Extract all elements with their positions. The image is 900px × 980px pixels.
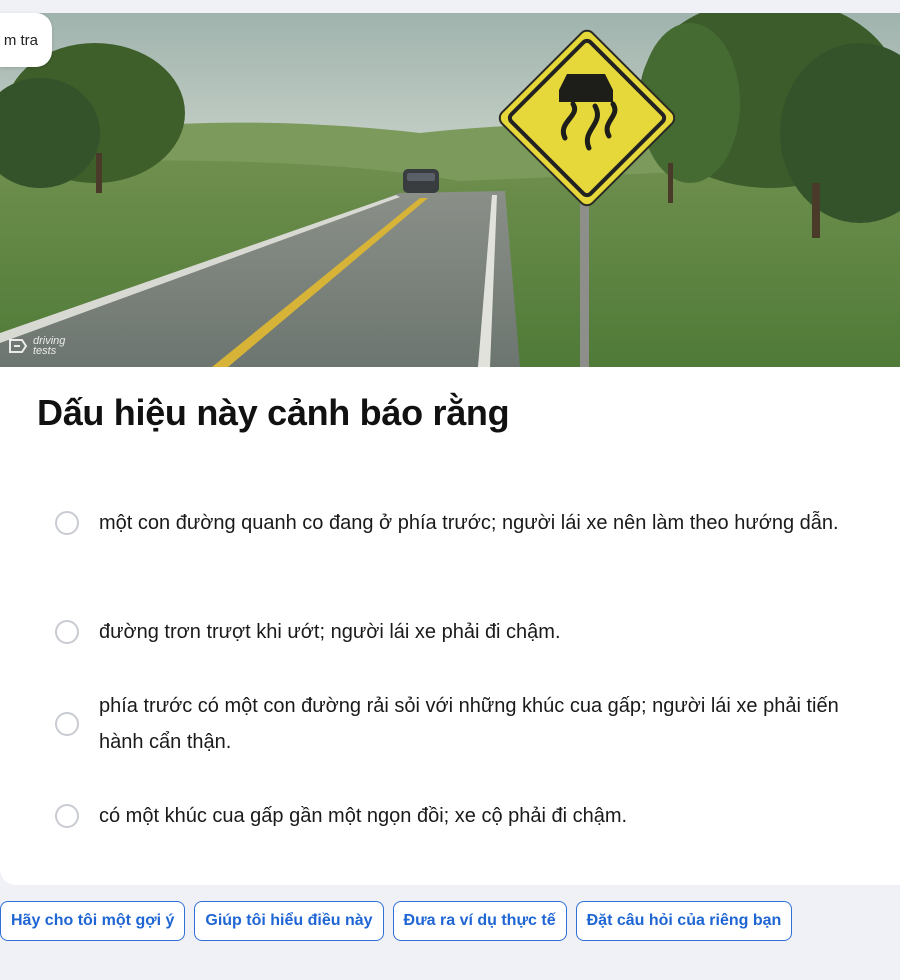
answer-option-3[interactable]: phía trước có một con đường rải sỏi với … — [55, 688, 845, 760]
ask-question-button[interactable]: Đặt câu hỏi của riêng bạn — [575, 901, 793, 941]
quiz-badge[interactable]: m tra — [0, 13, 52, 67]
answer-option-text: một con đường quanh co đang ở phía trước… — [99, 512, 839, 534]
question-image: driving tests — [0, 13, 900, 367]
driving-tests-logo-icon — [9, 339, 28, 353]
radio-button[interactable] — [55, 511, 79, 535]
question-title: Dấu hiệu này cảnh báo rằng — [37, 392, 510, 433]
answer-option-text: đường trơn trượt khi ướt; người lái xe p… — [99, 621, 561, 643]
watermark-line2: tests — [33, 345, 57, 357]
answer-option-2[interactable]: đường trơn trượt khi ướt; người lái xe p… — [55, 614, 845, 650]
answer-option-4[interactable]: có một khúc cua gấp gần một ngọn đồi; xe… — [55, 798, 845, 834]
quiz-badge-label: m tra — [3, 31, 38, 49]
answer-option-1[interactable]: một con đường quanh co đang ở phía trước… — [55, 505, 845, 541]
answer-option-text: có một khúc cua gấp gần một ngọn đồi; xe… — [99, 805, 628, 827]
suggestion-chips: Hãy cho tôi một gợi ý Giúp tôi hiểu điều… — [0, 901, 793, 941]
hint-button[interactable]: Hãy cho tôi một gợi ý — [0, 901, 186, 941]
radio-button[interactable] — [55, 712, 79, 736]
example-button[interactable]: Đưa ra ví dụ thực tế — [392, 901, 567, 941]
answer-option-text: phía trước có một con đường rải sỏi với … — [99, 695, 839, 753]
radio-button[interactable] — [55, 804, 79, 828]
explain-button[interactable]: Giúp tôi hiểu điều này — [194, 901, 384, 941]
driving-tests-logo: driving tests — [8, 336, 65, 357]
radio-button[interactable] — [55, 620, 79, 644]
